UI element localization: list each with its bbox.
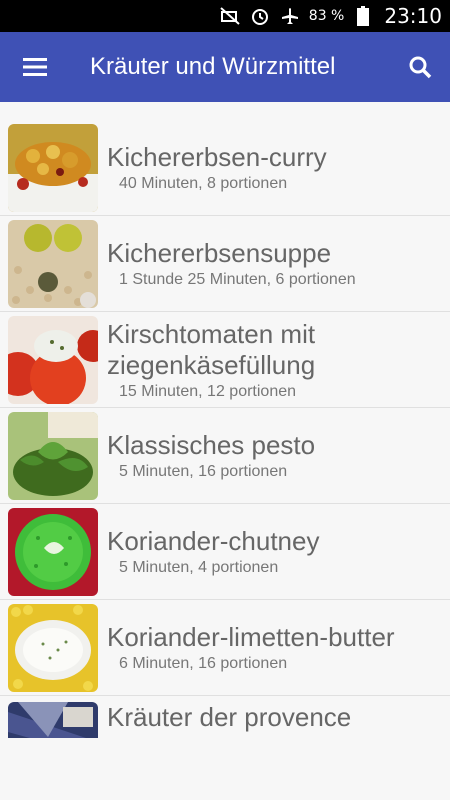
recipe-meta: 40 Minuten, 8 portionen xyxy=(119,175,288,192)
airplane-icon xyxy=(279,5,301,27)
recipe-name: Kichererbsen-curry xyxy=(107,142,327,172)
list-item[interactable]: Kichererbsensuppe 1 Stunde 25 Minuten, 6… xyxy=(0,216,450,312)
recipe-name: Kirschtomaten mit ziegenkäsefüllung xyxy=(107,318,316,380)
list-item[interactable]: Koriander-chutney 5 Minuten, 4 portionen xyxy=(0,504,450,600)
recipe-meta: 1 Stunde 25 Minuten, 6 portionen xyxy=(119,271,356,288)
search-icon xyxy=(409,56,432,79)
recipe-name: Klassisches pesto xyxy=(107,430,316,460)
battery-percent: 83 % xyxy=(308,8,345,24)
page-title: Kräuter und Würzmittel xyxy=(90,53,336,80)
list-item[interactable]: Kichererbsen-curry 40 Minuten, 8 portion… xyxy=(0,120,450,216)
list-item[interactable]: Kräuter der provence xyxy=(0,696,450,738)
recipe-name: Kichererbsensuppe xyxy=(107,238,332,268)
list-item[interactable]: Kirschtomaten mit ziegenkäsefüllung 15 M… xyxy=(0,312,450,408)
recipe-thumbnail xyxy=(8,219,98,308)
battery-icon xyxy=(352,5,374,27)
mute-icon xyxy=(219,5,241,27)
recipe-thumbnail xyxy=(8,702,98,738)
status-bar: 83 % 23:10 xyxy=(0,0,450,32)
recipe-thumbnail xyxy=(8,123,98,212)
alarm-icon xyxy=(249,5,271,27)
search-button[interactable] xyxy=(390,32,450,102)
recipe-meta: 5 Minuten, 16 portionen xyxy=(119,463,288,480)
hamburger-menu-icon xyxy=(23,58,47,76)
hamburger-menu-button[interactable] xyxy=(0,32,70,102)
clock: 23:10 xyxy=(384,4,442,28)
recipe-name: Koriander-chutney xyxy=(107,526,320,556)
recipe-thumbnail xyxy=(8,315,98,404)
recipe-list[interactable]: Kichererbsen-curry 40 Minuten, 8 portion… xyxy=(0,102,450,738)
recipe-name: Kräuter der provence xyxy=(107,702,352,732)
recipe-meta: 15 Minuten, 12 portionen xyxy=(119,382,297,400)
list-item[interactable]: Klassisches pesto 5 Minuten, 16 portione… xyxy=(0,408,450,504)
recipe-thumbnail xyxy=(8,411,98,500)
recipe-meta: 6 Minuten, 16 portionen xyxy=(119,655,288,672)
recipe-name: Koriander-limetten-butter xyxy=(107,622,395,652)
app-bar: Kräuter und Würzmittel xyxy=(0,32,450,102)
recipe-meta: 5 Minuten, 4 portionen xyxy=(119,559,279,576)
list-item[interactable]: Koriander-limetten-butter 6 Minuten, 16 … xyxy=(0,600,450,696)
recipe-thumbnail xyxy=(8,507,98,596)
bottom-area xyxy=(0,738,450,800)
recipe-thumbnail xyxy=(8,603,98,692)
